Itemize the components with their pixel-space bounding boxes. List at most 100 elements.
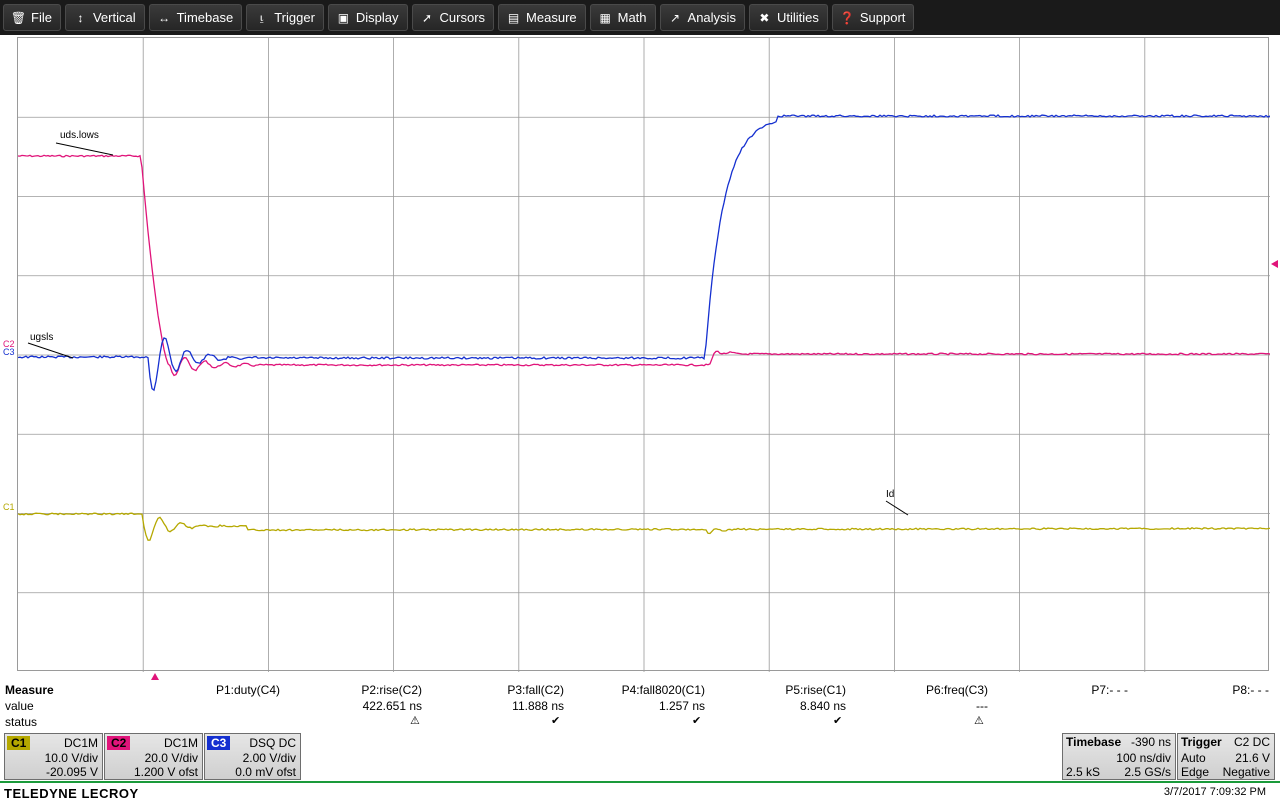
menu-cursors-button[interactable]: ➚ Cursors: [411, 4, 495, 31]
menu-vertical-button[interactable]: ↕ Vertical: [64, 4, 145, 31]
menu-trigger-button[interactable]: ⍸ Trigger: [246, 4, 324, 31]
menu-support-label: Support: [859, 10, 906, 25]
trigger-level: 21.6 V: [1235, 751, 1270, 765]
trace-label-ugs[interactable]: ugsls: [30, 333, 53, 343]
param-p3-name[interactable]: P3:fall(C2): [507, 683, 564, 697]
cursor-icon: ➚: [422, 10, 433, 25]
measure-value-row-title: value: [5, 699, 34, 713]
channel-c3-offset-marker[interactable]: C3: [3, 348, 15, 357]
param-p5-name[interactable]: P5:rise(C1): [785, 683, 846, 697]
timebase-rate: 2.5 GS/s: [1124, 765, 1171, 779]
timebase-descriptor[interactable]: Timebase -390 ns 100 ns/div 2.5 kS 2.5 G…: [1062, 733, 1176, 780]
waveform-grid[interactable]: uds.lows ugsls Id: [17, 37, 1270, 672]
menu-support-button[interactable]: ❓ Support: [831, 4, 915, 31]
channel-c1-vdiv: 10.0 V/div: [44, 751, 98, 765]
trace-label-id[interactable]: Id: [886, 490, 894, 500]
channel-c3-coupling: DSQ DC: [249, 736, 296, 750]
analysis-chart-icon: ↗: [670, 10, 681, 25]
trigger-position-marker[interactable]: [150, 672, 160, 681]
menu-cursors-label: Cursors: [439, 10, 486, 25]
menu-utilities-button[interactable]: ✖ Utilities: [748, 4, 828, 31]
menu-math-label: Math: [617, 10, 647, 25]
param-p5-value: 8.840 ns: [799, 699, 846, 713]
channel-c2-offset: 1.200 V ofst: [133, 765, 198, 779]
trigger-level-marker[interactable]: [1270, 259, 1280, 269]
trash-icon: 🗑: [10, 10, 27, 25]
calculator-icon: ▦: [599, 10, 611, 25]
param-p2-value: 422.651 ns: [362, 699, 422, 713]
warning-icon: ⚠: [974, 715, 984, 727]
brand-logo: TELEDYNE LECROY: [4, 786, 139, 801]
tools-icon: ✖: [759, 10, 770, 25]
channel-c1-offset-marker[interactable]: C1: [3, 503, 15, 512]
param-p6-name[interactable]: P6:freq(C3): [926, 683, 988, 697]
menu-file-label: File: [31, 10, 52, 25]
param-p4-name[interactable]: P4:fall8020(C1): [622, 683, 705, 697]
label-ugs-leader: [27, 342, 74, 359]
warning-icon: ⚠: [410, 715, 420, 727]
timebase-title: Timebase: [1066, 735, 1122, 749]
menu-math-button[interactable]: ▦ Math: [589, 4, 656, 31]
label-uds-leader: [55, 142, 114, 156]
trigger-slope: Negative: [1222, 765, 1270, 779]
menu-measure-label: Measure: [526, 10, 577, 25]
measure-status-row-title: status: [5, 715, 38, 729]
menu-utilities-label: Utilities: [776, 10, 819, 25]
trigger-source: C2 DC: [1233, 735, 1270, 749]
channel-c1-coupling: DC1M: [63, 736, 98, 750]
vertical-arrows-icon: ↕: [77, 10, 84, 25]
measure-title[interactable]: Measure: [5, 683, 54, 697]
channel-c2-coupling: DC1M: [163, 736, 198, 750]
channel-c3-tag: C3: [207, 736, 231, 750]
menu-analysis-button[interactable]: ↗ Analysis: [659, 4, 745, 31]
trigger-title: Trigger: [1181, 735, 1222, 749]
menu-display-label: Display: [355, 10, 399, 25]
menu-display-button[interactable]: ▣ Display: [327, 4, 408, 31]
trigger-descriptor[interactable]: Trigger C2 DC Auto 21.6 V Edge Negative: [1177, 733, 1275, 780]
trigger-icon: ⍸: [258, 10, 266, 24]
label-id-leader: [885, 500, 909, 516]
checkmark-icon: ✔: [833, 715, 843, 727]
checkmark-icon: ✔: [551, 715, 561, 727]
param-p3-value: 11.888 ns: [512, 699, 564, 713]
channel-c3-offset: 0.0 mV ofst: [235, 765, 296, 779]
channel-c1-tag: C1: [7, 736, 31, 750]
channel-c3-vdiv: 2.00 V/div: [242, 751, 296, 765]
param-p7-name[interactable]: P7:- - -: [1091, 683, 1128, 697]
trace-c2: [18, 154, 1270, 377]
date-time: 3/7/2017 7:09:32 PM: [1163, 786, 1266, 798]
trace-c3: [18, 114, 1270, 392]
param-p6-value: ---: [976, 699, 988, 713]
menu-file-button[interactable]: 🗑 File: [3, 4, 61, 31]
channel-c2-vdiv: 20.0 V/div: [144, 751, 198, 765]
trigger-mode: Auto: [1181, 751, 1206, 765]
menu-timebase-label: Timebase: [176, 10, 234, 25]
menu-vertical-label: Vertical: [92, 10, 136, 25]
param-p1-name[interactable]: P1:duty(C4): [216, 683, 280, 697]
timebase-tdiv: 100 ns/div: [1116, 751, 1171, 765]
menu-analysis-label: Analysis: [687, 10, 736, 25]
waveform-traces: [18, 114, 1270, 541]
menu-trigger-label: Trigger: [274, 10, 315, 25]
menu-bar: 🗑 File ↕ Vertical ↔ Timebase ⍸ Trigger ▣ Disp…: [0, 0, 1280, 35]
timebase-samples: 2.5 kS: [1066, 765, 1101, 779]
menu-timebase-button[interactable]: ↔ Timebase: [148, 4, 243, 31]
channel-c1-offset: -20.095 V: [45, 765, 98, 779]
display-icon: ▣: [337, 10, 350, 25]
param-p2-name[interactable]: P2:rise(C2): [361, 683, 422, 697]
help-icon: ❓: [839, 10, 855, 25]
channel-c2-tag: C2: [107, 736, 131, 750]
menu-measure-button[interactable]: ▤ Measure: [498, 4, 586, 31]
trace-c1: [18, 512, 1270, 541]
channel-c2-descriptor[interactable]: C2 DC1M 20.0 V/div 1.200 V ofst: [104, 733, 203, 780]
param-p4-value: 1.257 ns: [658, 699, 705, 713]
channel-c1-descriptor[interactable]: C1 DC1M 10.0 V/div -20.095 V: [4, 733, 103, 780]
checkmark-icon: ✔: [692, 715, 702, 727]
horizontal-arrows-icon: ↔: [158, 10, 171, 25]
channel-c3-descriptor[interactable]: C3 DSQ DC 2.00 V/div 0.0 mV ofst: [204, 733, 301, 780]
trigger-type: Edge: [1181, 765, 1210, 779]
timebase-delay: -390 ns: [1130, 735, 1171, 749]
measure-icon: ▤: [507, 10, 520, 25]
param-p8-name[interactable]: P8:- - -: [1232, 683, 1269, 697]
trace-label-uds[interactable]: uds.lows: [60, 131, 99, 141]
